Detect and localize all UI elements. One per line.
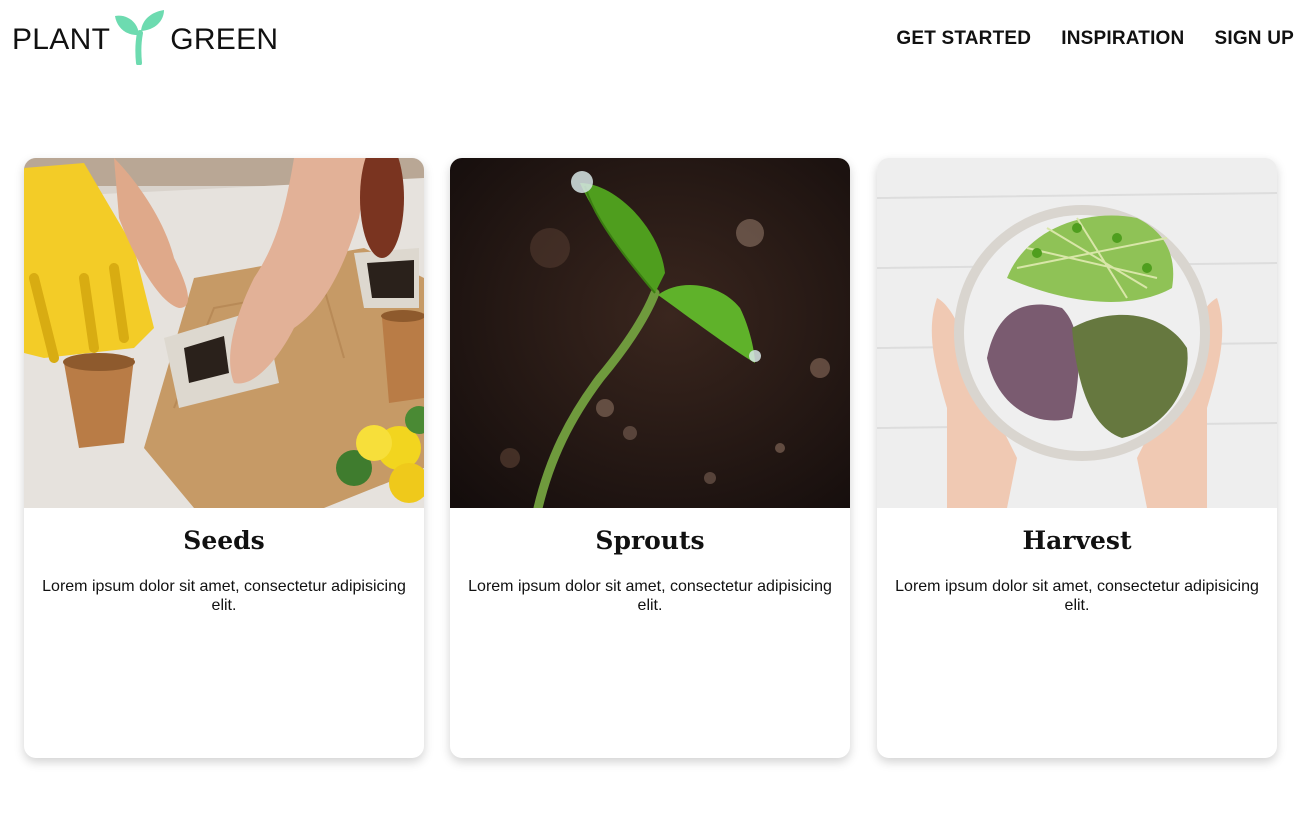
nav-get-started[interactable]: GET STARTED — [896, 28, 1031, 50]
hands-planting-seeds-photo — [24, 158, 424, 508]
sprout-icon — [115, 10, 165, 65]
seedling-in-soil-photo — [450, 158, 850, 508]
nav-inspiration[interactable]: INSPIRATION — [1061, 28, 1184, 50]
brand-word-green: GREEN — [170, 23, 279, 56]
card-title: Harvest — [1022, 526, 1132, 555]
card-grid: Seeds Lorem ipsum dolor sit amet, consec… — [24, 158, 1278, 758]
card-description: Lorem ipsum dolor sit amet, consectetur … — [42, 578, 406, 614]
main-nav: GET STARTED INSPIRATION SIGN UP — [896, 28, 1294, 50]
brand-word-plant: PLANT — [12, 23, 111, 56]
card-seeds[interactable]: Seeds Lorem ipsum dolor sit amet, consec… — [24, 158, 424, 758]
card-title: Seeds — [183, 526, 265, 555]
card-description: Lorem ipsum dolor sit amet, consectetur … — [468, 578, 832, 614]
card-sprouts[interactable]: Sprouts Lorem ipsum dolor sit amet, cons… — [450, 158, 850, 758]
card-harvest[interactable]: Harvest Lorem ipsum dolor sit amet, cons… — [877, 158, 1277, 758]
card-title: Sprouts — [595, 526, 705, 555]
brand-logo[interactable]: PLANT GREEN — [12, 2, 278, 72]
card-description: Lorem ipsum dolor sit amet, consectetur … — [895, 578, 1259, 614]
bowl-of-microgreens-photo — [877, 158, 1277, 508]
nav-sign-up[interactable]: SIGN UP — [1214, 28, 1294, 50]
top-navigation-bar: PLANT GREEN GET STARTED INSPIRATION SIGN… — [0, 0, 1300, 80]
